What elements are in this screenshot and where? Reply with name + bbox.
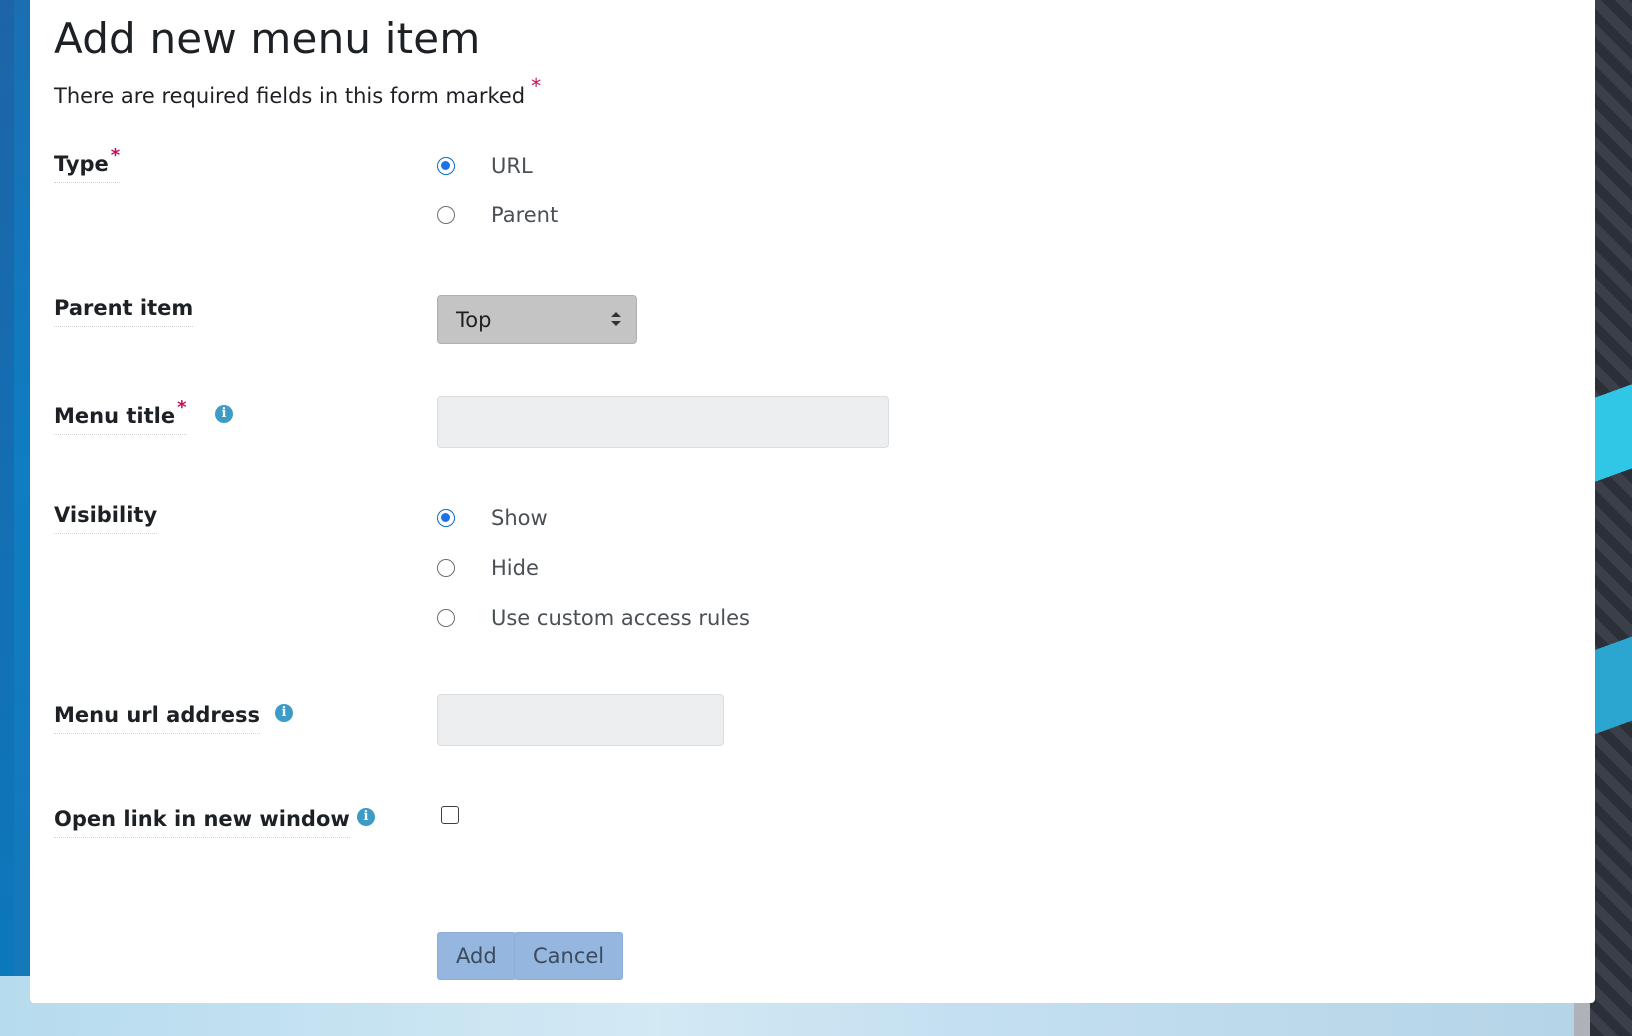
visibility-option-label: Show xyxy=(491,506,548,530)
visibility-label-text: Visibility xyxy=(54,503,158,527)
parent-item-label: Parent item xyxy=(54,296,194,327)
type-option-label: Parent xyxy=(491,203,559,227)
visibility-option-hide[interactable]: Hide xyxy=(437,556,539,580)
open-new-window-label: Open link in new window xyxy=(54,807,350,838)
type-label-text: Type xyxy=(54,152,109,176)
radio-custom-access[interactable] xyxy=(437,609,455,627)
info-icon[interactable]: i xyxy=(357,808,375,826)
modal-card: Add new menu item There are required fie… xyxy=(30,0,1595,1003)
visibility-option-label: Use custom access rules xyxy=(491,606,750,630)
cancel-button[interactable]: Cancel xyxy=(514,932,624,980)
type-label: Type * xyxy=(54,145,121,183)
menu-url-label-text: Menu url address xyxy=(54,703,261,727)
parent-item-select[interactable]: Top xyxy=(437,295,637,344)
visibility-label: Visibility xyxy=(54,503,158,534)
menu-url-label: Menu url address xyxy=(54,703,261,734)
visibility-option-show[interactable]: Show xyxy=(437,506,548,530)
type-option-parent[interactable]: Parent xyxy=(437,203,558,227)
info-icon[interactable]: i xyxy=(275,704,293,722)
visibility-option-custom[interactable]: Use custom access rules xyxy=(437,606,750,630)
type-option-label: URL xyxy=(491,154,533,178)
radio-url[interactable] xyxy=(437,157,455,175)
required-star: * xyxy=(177,397,187,418)
sort-arrows-icon xyxy=(611,312,621,326)
radio-hide[interactable] xyxy=(437,559,455,577)
radio-parent[interactable] xyxy=(437,206,455,224)
radio-show[interactable] xyxy=(437,509,455,527)
menu-title-input[interactable] xyxy=(437,396,889,448)
required-fields-note: There are required fields in this form m… xyxy=(54,74,541,108)
menu-title-label-text: Menu title xyxy=(54,404,176,428)
open-new-window-checkbox[interactable] xyxy=(441,806,459,824)
info-icon[interactable]: i xyxy=(215,405,233,423)
add-button[interactable]: Add xyxy=(437,932,516,980)
required-star: * xyxy=(110,145,121,166)
parent-item-selected-value: Top xyxy=(456,308,492,332)
background-left-strip xyxy=(0,0,14,1036)
open-new-window-label-text: Open link in new window xyxy=(54,807,350,831)
page-title: Add new menu item xyxy=(54,14,481,63)
type-option-url[interactable]: URL xyxy=(437,154,533,178)
parent-item-label-text: Parent item xyxy=(54,296,194,320)
visibility-option-label: Hide xyxy=(491,556,539,580)
menu-title-label: Menu title * xyxy=(54,397,187,435)
background-image xyxy=(1590,0,1632,1036)
required-star: * xyxy=(531,74,542,98)
menu-url-input[interactable] xyxy=(437,694,724,746)
required-note-text: There are required fields in this form m… xyxy=(54,84,526,108)
